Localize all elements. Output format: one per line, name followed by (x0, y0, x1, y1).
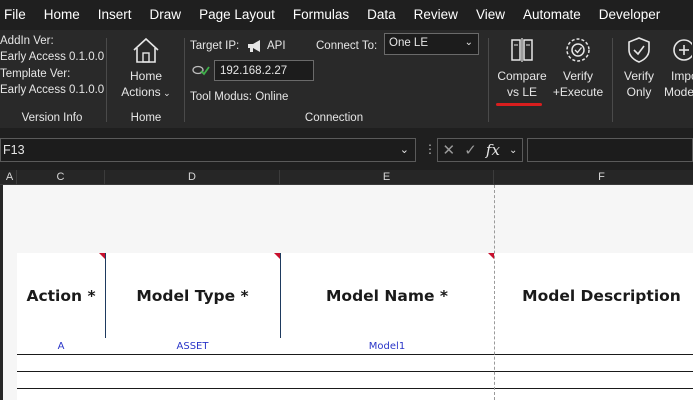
verify-only-line1: Verify (623, 69, 654, 83)
link-check-icon (192, 65, 210, 76)
verify-execute-button[interactable]: Verify +Execute (550, 36, 606, 100)
cell-action[interactable]: A (17, 339, 105, 354)
house-icon (133, 37, 159, 63)
formula-input[interactable] (527, 138, 693, 162)
template-version-value: Early Access 0.1.0.0 (0, 84, 105, 96)
tab-formulas[interactable]: Formulas (284, 0, 358, 30)
compare-line2: vs LE (506, 85, 537, 99)
tab-insert[interactable]: Insert (89, 0, 141, 30)
api-label: API (267, 40, 286, 52)
more-options-icon[interactable]: ⋮ (424, 142, 436, 156)
tool-modus-status: Tool Modus: Online (190, 91, 289, 103)
header-cell-model-name[interactable]: Model Name * (280, 253, 494, 338)
tab-home[interactable]: Home (35, 0, 89, 30)
tab-developer[interactable]: Developer (590, 0, 670, 30)
template-version-label: Template Ver: (0, 68, 71, 80)
tab-file[interactable]: File (0, 0, 35, 30)
header-cell-model-description[interactable]: Model Description (494, 253, 693, 338)
group-label-connection: Connection (304, 112, 364, 124)
compare-book-icon (511, 38, 533, 62)
column-header-a[interactable]: A (3, 170, 17, 185)
page-break-line (494, 185, 495, 400)
group-separator (612, 38, 613, 122)
cell-model-name[interactable]: Model1 (280, 339, 494, 354)
cancel-icon[interactable]: ✕ (443, 141, 456, 159)
header-cell-action[interactable]: Action * (17, 253, 105, 338)
cell-border (105, 253, 106, 338)
table-row (17, 389, 693, 400)
excel-window: File Home Insert Draw Page Layout Formul… (0, 0, 693, 400)
group-separator (488, 38, 489, 122)
header-cell-model-type[interactable]: Model Type * (105, 253, 280, 338)
column-headers: A C D E F (0, 170, 693, 185)
table-row (17, 355, 693, 372)
verify-execute-line1: Verify (562, 69, 593, 83)
chevron-down-icon: ⌄ (399, 144, 409, 156)
formula-buttons: ✕ ✓ fx ⌄ (437, 138, 523, 162)
home-actions-line1: Home (129, 69, 162, 83)
plus-circle-icon (673, 39, 692, 61)
cell-border (280, 253, 281, 338)
verify-execute-line2: +Execute (552, 85, 604, 99)
column-header-d[interactable]: D (105, 170, 280, 185)
megaphone-icon (248, 40, 260, 52)
column-header-f[interactable]: F (494, 170, 693, 185)
active-underline (496, 103, 542, 106)
shield-check-icon (628, 37, 650, 63)
group-label-version-info: Version Info (21, 112, 83, 124)
cell-model-description[interactable] (494, 339, 693, 354)
addin-version-value: Early Access 0.1.0.0 (0, 51, 105, 63)
chevron-down-icon[interactable]: ⌄ (509, 145, 517, 156)
group-label-home: Home (130, 112, 162, 124)
cell-model-type[interactable]: ASSET (105, 339, 280, 354)
formula-bar: F13 ⌄ ⋮ ✕ ✓ fx ⌄ (0, 128, 693, 170)
target-ip-input[interactable] (214, 60, 314, 81)
connect-to-select[interactable]: One LE ⌄ (384, 33, 479, 55)
home-actions-line2: Actions ⌄ (121, 85, 171, 99)
home-actions-button[interactable]: Home Actions ⌄ (116, 36, 176, 101)
connect-to-label: Connect To: (316, 40, 378, 52)
target-ip-label: Target IP: (190, 40, 240, 52)
tab-data[interactable]: Data (358, 0, 405, 30)
tab-draw[interactable]: Draw (141, 0, 191, 30)
header-row: Action * Model Type * Model Name * Model… (17, 253, 693, 338)
gear-check-icon (566, 38, 590, 62)
column-header-c[interactable]: C (17, 170, 105, 185)
compare-line1: Compare (497, 69, 547, 83)
import-mode-button[interactable]: Impo Mode (664, 36, 693, 100)
enter-check-icon[interactable]: ✓ (464, 141, 477, 159)
tab-automate[interactable]: Automate (514, 0, 590, 30)
table-row: A ASSET Model1 (17, 338, 693, 355)
name-box[interactable]: F13 ⌄ (0, 138, 416, 162)
column-header-e[interactable]: E (280, 170, 494, 185)
insert-function-icon[interactable]: fx (486, 141, 500, 159)
import-line2: Mode (664, 85, 693, 99)
tab-view[interactable]: View (467, 0, 514, 30)
tab-review[interactable]: Review (405, 0, 467, 30)
addin-version-label: AddIn Ver: (0, 35, 54, 47)
name-box-value: F13 (3, 143, 25, 157)
chevron-down-icon: ⌄ (160, 88, 171, 98)
group-separator (184, 38, 185, 122)
table-row (17, 372, 693, 389)
worksheet-grid[interactable]: Action * Model Type * Model Name * Model… (0, 185, 693, 400)
verify-only-line2: Only (626, 85, 652, 99)
row-headers (0, 185, 3, 400)
chevron-down-icon: ⌄ (464, 37, 473, 48)
compare-vs-le-button[interactable]: Compare vs LE (494, 36, 550, 100)
tab-page-layout[interactable]: Page Layout (190, 0, 284, 30)
verify-only-button[interactable]: Verify Only (614, 36, 664, 100)
menu-bar: File Home Insert Draw Page Layout Formul… (0, 0, 693, 30)
import-line1: Impo (671, 69, 693, 83)
ribbon: AddIn Ver: Early Access 0.1.0.0 Template… (0, 30, 693, 128)
connect-to-value: One LE (389, 37, 428, 49)
group-separator (106, 38, 107, 122)
